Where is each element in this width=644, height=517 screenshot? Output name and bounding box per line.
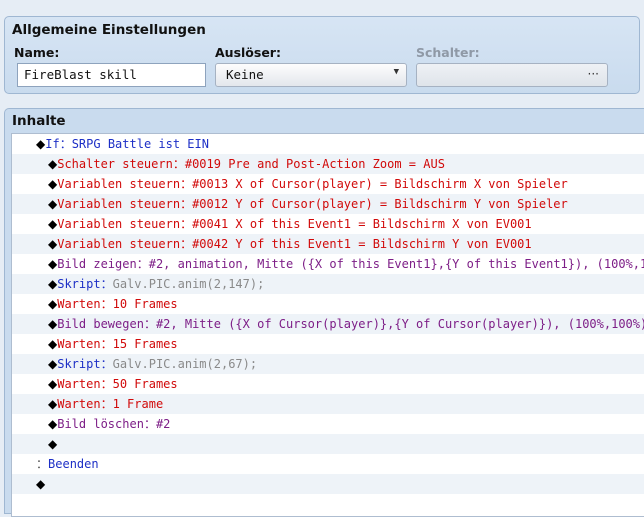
event-command-row[interactable]: ◆Skript：Galv.PIC.anim(2,67); — [12, 354, 644, 374]
command-separator: ： — [180, 237, 193, 251]
event-command-row[interactable] — [12, 494, 644, 514]
command-diamond-icon: ◆ — [48, 297, 58, 311]
command-diamond-icon: ◆ — [48, 217, 58, 231]
command-parameters: 1 Frame — [112, 397, 164, 411]
event-command-row[interactable]: ◆Warten：50 Frames — [12, 374, 644, 394]
chevron-down-icon: ▼ — [393, 67, 399, 77]
event-command-row[interactable]: ◆Variablen steuern：#0012 Y of Cursor(pla… — [12, 194, 644, 214]
event-command-row[interactable]: ◆Variablen steuern：#0041 X of this Event… — [12, 214, 644, 234]
event-command-row[interactable]: ◆ — [12, 474, 644, 494]
command-separator: ： — [100, 377, 113, 391]
command-keyword: Warten — [57, 297, 101, 311]
command-keyword: Variablen steuern — [57, 177, 181, 191]
event-command-row[interactable]: ◆ — [12, 434, 644, 454]
command-diamond-icon: ◆ — [48, 237, 58, 251]
event-command-row[interactable]: ◆Bild löschen：#2 — [12, 414, 644, 434]
command-parameters: 10 Frames — [112, 297, 178, 311]
command-parameters: #0019 Pre and Post-Action Zoom = AUS — [184, 157, 445, 171]
event-command-list[interactable]: ◆If：SRPG Battle ist EIN ◆Schalter steuern… — [11, 133, 644, 517]
command-separator: ： — [100, 297, 113, 311]
command-diamond-icon: ◆ — [48, 337, 58, 351]
command-parameters: #0042 Y of this Event1 = Bildschirm Y vo… — [192, 237, 532, 251]
general-settings-panel: Allgemeine Einstellungen Name: Auslöser:… — [4, 16, 640, 94]
event-command-row[interactable]: ◆Bild bewegen：#2, Mitte ({X of Cursor(pl… — [12, 314, 644, 334]
event-command-row[interactable]: ：Beenden — [12, 454, 644, 474]
switch-label: Schalter: — [416, 45, 480, 60]
command-parameters: #2, animation, Mitte ({X of this Event1}… — [148, 257, 644, 271]
command-keyword: Schalter steuern — [57, 157, 173, 171]
event-command-row[interactable]: ◆Skript：Galv.PIC.anim(2,147); — [12, 274, 644, 294]
event-command-row[interactable]: ◆Warten：10 Frames — [12, 294, 644, 314]
command-separator: ： — [59, 137, 72, 151]
event-command-row[interactable]: ◆Variablen steuern：#0042 Y of this Event… — [12, 234, 644, 254]
command-diamond-icon: ◆ — [36, 477, 46, 491]
command-diamond-icon: ◆ — [48, 417, 58, 431]
command-separator: ： — [180, 217, 193, 231]
command-keyword: Bild löschen — [57, 417, 144, 431]
event-command-row[interactable]: ◆Schalter steuern：#0019 Pre and Post-Act… — [12, 154, 644, 174]
command-diamond-icon: ◆ — [48, 177, 58, 191]
command-separator: ： — [180, 177, 193, 191]
command-separator: ： — [172, 157, 185, 171]
command-diamond-icon: ◆ — [48, 317, 58, 331]
event-command-row[interactable]: ◆Warten：1 Frame — [12, 394, 644, 414]
command-separator: ： — [100, 277, 113, 291]
command-keyword: Variablen steuern — [57, 197, 181, 211]
event-command-row[interactable]: ◆Warten：15 Frames — [12, 334, 644, 354]
command-diamond-icon: ◆ — [48, 277, 58, 291]
command-diamond-icon: ◆ — [48, 377, 58, 391]
switch-select: ··· — [416, 63, 608, 87]
command-diamond-icon: ◆ — [48, 157, 58, 171]
command-separator: ： — [180, 197, 193, 211]
command-separator: ： — [36, 457, 49, 471]
command-diamond-icon: ◆ — [48, 397, 58, 411]
command-diamond-icon: ◆ — [36, 137, 46, 151]
command-parameters: SRPG Battle ist EIN — [71, 137, 209, 151]
command-diamond-icon: ◆ — [48, 437, 58, 451]
command-parameters: Galv.PIC.anim(2,67); — [112, 357, 258, 371]
command-keyword: Skript — [57, 277, 101, 291]
command-parameters: #0041 X of this Event1 = Bildschirm X vo… — [192, 217, 532, 231]
command-parameters: 15 Frames — [112, 337, 178, 351]
command-parameters: Beenden — [48, 457, 99, 471]
event-command-row[interactable]: ◆If：SRPG Battle ist EIN — [12, 134, 644, 154]
command-keyword: Warten — [57, 377, 101, 391]
command-parameters: #2 — [155, 417, 171, 431]
command-parameters: #0013 X of Cursor(player) = Bildschirm X… — [192, 177, 568, 191]
contents-title: Inhalte — [12, 113, 66, 129]
command-keyword: Bild bewegen — [57, 317, 144, 331]
command-parameters: Galv.PIC.anim(2,147); — [112, 277, 265, 291]
contents-panel: Inhalte ◆If：SRPG Battle ist EIN ◆Schalter… — [4, 108, 644, 517]
trigger-select-value: Keine — [226, 67, 264, 82]
command-separator: ： — [100, 357, 113, 371]
name-input[interactable]: FireBlast skill — [17, 63, 206, 87]
command-diamond-icon: ◆ — [48, 357, 58, 371]
command-separator: ： — [100, 397, 113, 411]
event-command-row[interactable]: ◆Bild zeigen：#2, animation, Mitte ({X of… — [12, 254, 644, 274]
command-separator: ： — [100, 337, 113, 351]
command-keyword: Variablen steuern — [57, 237, 181, 251]
command-separator: ： — [143, 317, 156, 331]
command-keyword: Warten — [57, 337, 101, 351]
ellipsis-button: ··· — [587, 67, 599, 81]
command-separator: ： — [143, 417, 156, 431]
command-parameters: #0012 Y of Cursor(player) = Bildschirm Y… — [192, 197, 568, 211]
event-command-row[interactable]: ◆Variablen steuern：#0013 X of Cursor(pla… — [12, 174, 644, 194]
name-label: Name: — [14, 45, 60, 60]
command-keyword: Skript — [57, 357, 101, 371]
command-keyword: Bild zeigen — [57, 257, 137, 271]
command-parameters: 50 Frames — [112, 377, 178, 391]
command-diamond-icon: ◆ — [48, 197, 58, 211]
command-parameters: #2, Mitte ({X of Cursor(player)},{Y of C… — [155, 317, 644, 331]
command-diamond-icon: ◆ — [48, 257, 58, 271]
trigger-select[interactable]: Keine ▼ — [215, 63, 407, 87]
command-separator: ： — [136, 257, 149, 271]
command-keyword: If — [45, 137, 60, 151]
trigger-label: Auslöser: — [215, 45, 281, 60]
general-settings-title: Allgemeine Einstellungen — [12, 22, 206, 38]
command-keyword: Variablen steuern — [57, 217, 181, 231]
command-keyword: Warten — [57, 397, 101, 411]
